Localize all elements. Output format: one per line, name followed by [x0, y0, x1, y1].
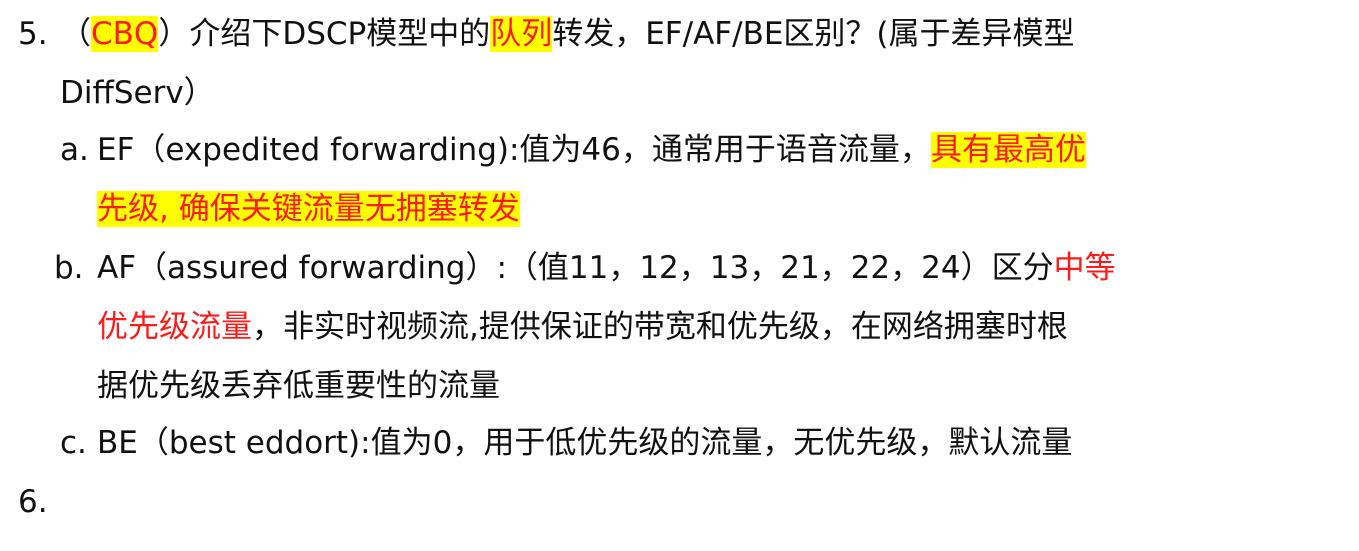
sub-item-a-marker: a.: [60, 132, 89, 168]
sub-item-b-red-2: 优先级流量: [97, 309, 252, 345]
sub-item-a-line-2: 先级, 确保关键流量无拥塞转发: [97, 187, 520, 231]
document-body: 5. （CBQ）介绍下DSCP模型中的队列转发，EF/AF/BE区别？(属于差异模…: [0, 0, 1359, 551]
sub-item-c-text: BE（best eddort):值为0，用于低优先级的流量，无优先级，默认流量: [97, 425, 1073, 461]
sub-item-b-marker: b.: [54, 250, 84, 286]
sub-item-b-line-3-text: 据优先级丢弃低重要性的流量: [97, 368, 500, 404]
cbq-highlight: CBQ: [91, 16, 159, 52]
sub-item-c-line-1: c. BE（best eddort):值为0，用于低优先级的流量，无优先级，默认流…: [60, 421, 1072, 465]
item-6-number: 6.: [18, 484, 48, 520]
sub-item-a-text: EF（expedited forwarding):值为46，通常用于语音流量，: [97, 132, 931, 168]
sub-item-a-highlight-2: 先级, 确保关键流量无拥塞转发: [97, 191, 520, 227]
sub-item-a-highlight-1: 具有最高优: [930, 132, 1086, 168]
sub-item-b-red-1: 中等: [1053, 250, 1116, 286]
sub-item-b-line-2: 优先级流量，非实时视频流,提供保证的带宽和优先级，在网络拥塞时根: [97, 305, 1068, 349]
sub-item-a-line-1: a. EF（expedited forwarding):值为46，通常用于语音流量…: [60, 128, 1086, 172]
item-5-tail-text: 转发，EF/AF/BE区别？(属于差异模型: [552, 16, 1075, 52]
item-5-number: 5.: [18, 16, 48, 52]
item-5-line-2: DiffServ）: [60, 71, 215, 115]
sub-item-b-text: AF（assured forwarding）:（值11，12，13，21，22，…: [97, 250, 1054, 286]
queue-highlight: 队列: [490, 16, 553, 52]
item-5-open-paren: （: [60, 16, 91, 52]
item-5-middle-text: ）介绍下DSCP模型中的: [158, 16, 491, 52]
sub-item-b-line-3: 据优先级丢弃低重要性的流量: [97, 364, 500, 408]
item-6-line: 6.: [18, 480, 48, 524]
sub-item-b-line-2-rest: ，非实时视频流,提供保证的带宽和优先级，在网络拥塞时根: [252, 309, 1068, 345]
item-5-continuation: DiffServ）: [60, 75, 215, 111]
sub-item-b-line-1: b. AF（assured forwarding）:（值11，12，13，21，2…: [54, 246, 1116, 290]
sub-item-c-marker: c.: [60, 425, 87, 461]
item-5-line-1: 5. （CBQ）介绍下DSCP模型中的队列转发，EF/AF/BE区别？(属于差异模…: [18, 12, 1075, 56]
